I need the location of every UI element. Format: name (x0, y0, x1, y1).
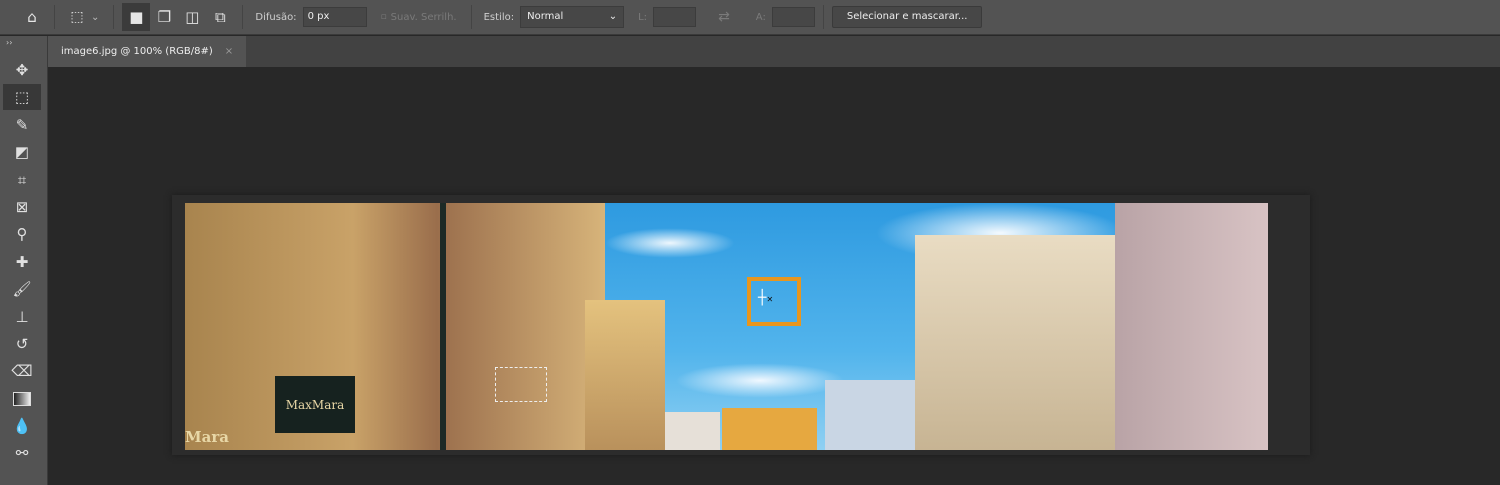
healing-brush-tool-icon[interactable]: ✚ (3, 249, 41, 275)
intersect-selection-icon[interactable]: ⧉ (206, 3, 234, 31)
feather-input[interactable]: 0 px (302, 7, 367, 27)
height-label: A: (755, 11, 766, 23)
home-icon[interactable]: ⌂ (18, 3, 46, 31)
divider (242, 5, 244, 29)
feather-label: Difusão: (255, 11, 297, 23)
eyedropper-tool-icon[interactable]: ⚲ (3, 221, 41, 247)
eraser-tool-icon[interactable]: ⌫ (3, 358, 41, 384)
gradient-tool-icon[interactable] (3, 386, 41, 412)
clone-stamp-tool-icon[interactable]: ⊥ (3, 304, 41, 330)
quick-selection-tool-icon[interactable]: ✎ (3, 112, 41, 138)
divider (113, 5, 115, 29)
panel-collapse-toggle[interactable]: ›› (0, 36, 47, 56)
marquee-preset-icon[interactable]: ⬚ (63, 3, 91, 31)
close-icon[interactable]: × (225, 46, 233, 57)
toolbar: ›› ✥ ⬚ ✎ ◩ ⌗ ⊠ ⚲ ✚ 🖌 ⊥ ↺ ⌫ 💧 ⚯ (0, 36, 48, 485)
add-selection-icon[interactable]: ❐ (150, 3, 178, 31)
subtract-selection-icon[interactable]: ◫ (178, 3, 206, 31)
mara-sign: Mara (185, 428, 229, 446)
tab-image6[interactable]: image6.jpg @ 100% (RGB/8#) × (48, 36, 246, 67)
divider (470, 5, 472, 29)
history-brush-tool-icon[interactable]: ↺ (3, 331, 41, 357)
document-tabs: image6.jpg @ 100% (RGB/8#) × (48, 36, 1500, 67)
frame-tool-icon[interactable]: ⊠ (3, 194, 41, 220)
selection-marquee[interactable] (495, 367, 547, 402)
brush-tool-icon[interactable]: 🖌 (3, 276, 41, 302)
cursor-highlight-box (747, 277, 801, 326)
blur-tool-icon[interactable]: 💧 (3, 413, 41, 439)
crop-tool-icon[interactable]: ⌗ (3, 167, 41, 193)
width-label: L: (638, 11, 648, 23)
style-select[interactable]: Normal ⌄ (520, 6, 625, 28)
antialias-checkbox[interactable]: ▫ (381, 12, 387, 22)
maxmara-sign: MaxMara (275, 376, 355, 433)
dodge-tool-icon[interactable]: ⚯ (3, 440, 41, 466)
chevron-down-icon: ⌄ (608, 11, 618, 22)
style-label: Estilo: (483, 11, 515, 23)
options-bar: ⌂ ⬚ ⌄ ■ ❐ ◫ ⧉ Difusão: 0 px ▫ Suav. Serr… (0, 0, 1500, 35)
chevron-down-icon[interactable]: ⌄ (91, 12, 99, 23)
move-tool-icon[interactable]: ✥ (3, 57, 41, 83)
marquee-cursor-icon: ┼✕ (758, 290, 774, 306)
antialias-label: Suav. Serrilh. (390, 11, 457, 23)
divider (822, 5, 824, 29)
select-and-mask-button[interactable]: Selecionar e mascarar... (831, 6, 983, 28)
width-input[interactable] (653, 7, 697, 27)
rectangular-marquee-tool-icon[interactable]: ⬚ (3, 84, 41, 111)
new-selection-icon[interactable]: ■ (122, 3, 151, 31)
swap-icon[interactable]: ⇄ (718, 9, 730, 25)
height-input[interactable] (771, 7, 815, 27)
style-value: Normal (527, 11, 564, 22)
object-selection-tool-icon[interactable]: ◩ (3, 139, 41, 165)
divider (54, 5, 55, 29)
photo-image[interactable]: MaxMara Mara (185, 203, 1268, 450)
tab-title: image6.jpg @ 100% (RGB/8#) (61, 46, 213, 57)
